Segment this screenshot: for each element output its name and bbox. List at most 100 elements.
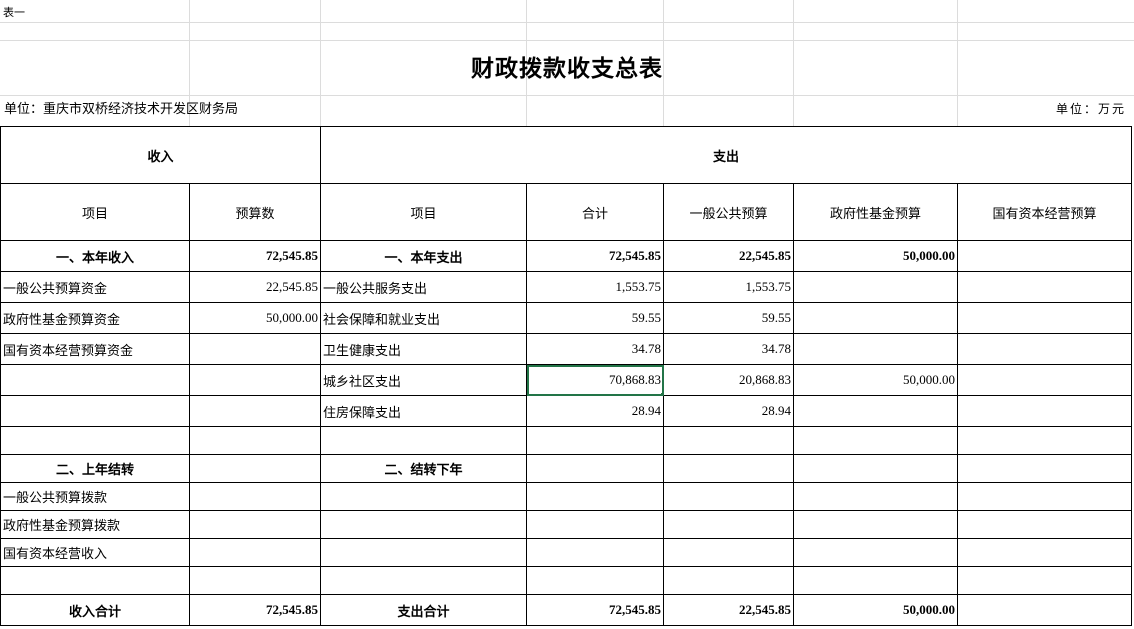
- income-value-cell[interactable]: [188, 510, 322, 539]
- income-value-cell[interactable]: [188, 364, 322, 396]
- income-item-cell[interactable]: 二、上年结转: [0, 454, 190, 483]
- state-cell[interactable]: [957, 454, 1133, 483]
- fund-cell[interactable]: [793, 395, 959, 427]
- fund-cell[interactable]: [793, 510, 959, 539]
- col-item-header[interactable]: 项目: [0, 183, 190, 241]
- total-cell[interactable]: [526, 426, 665, 455]
- fund-cell[interactable]: 50,000.00: [793, 240, 959, 272]
- sheet-label[interactable]: 表一: [3, 4, 25, 20]
- total-cell[interactable]: [526, 482, 665, 511]
- fund-cell[interactable]: 50,000.00: [793, 364, 959, 396]
- expense-item-cell[interactable]: [320, 538, 528, 567]
- expense-item-cell[interactable]: [320, 426, 528, 455]
- fill-handle[interactable]: [661, 393, 663, 395]
- income-item-cell[interactable]: [0, 364, 190, 396]
- state-cell[interactable]: [957, 566, 1133, 595]
- income-item-cell[interactable]: 一般公共预算资金: [0, 271, 190, 303]
- income-value-cell[interactable]: [188, 333, 322, 365]
- total-cell[interactable]: 34.78: [526, 333, 665, 365]
- general-cell[interactable]: 59.55: [663, 302, 795, 334]
- expense-item-cell[interactable]: 一般公共服务支出: [320, 271, 528, 303]
- col-total-header[interactable]: 合计: [526, 183, 665, 241]
- income-item-cell[interactable]: 政府性基金预算资金: [0, 302, 190, 334]
- fund-cell[interactable]: [793, 271, 959, 303]
- col-budget-header[interactable]: 预算数: [188, 183, 322, 241]
- state-cell[interactable]: [957, 240, 1133, 272]
- table-title[interactable]: 财政拨款收支总表: [0, 44, 1134, 94]
- total-cell[interactable]: 28.94: [526, 395, 665, 427]
- income-value-cell[interactable]: [188, 426, 322, 455]
- fund-total-value[interactable]: 50,000.00: [793, 594, 959, 626]
- income-total-value[interactable]: 72,545.85: [188, 594, 322, 626]
- fund-cell[interactable]: [793, 426, 959, 455]
- general-cell[interactable]: [663, 538, 795, 567]
- income-total-label[interactable]: 收入合计: [0, 594, 190, 626]
- general-cell[interactable]: [663, 426, 795, 455]
- fund-cell[interactable]: [793, 566, 959, 595]
- income-value-cell[interactable]: 22,545.85: [188, 271, 322, 303]
- department-unit[interactable]: 单位：重庆市双桥经济技术开发区财务局: [4, 98, 238, 117]
- state-cell[interactable]: [957, 271, 1133, 303]
- income-item-cell[interactable]: [0, 566, 190, 595]
- col-item2-header[interactable]: 项目: [320, 183, 528, 241]
- fund-cell[interactable]: [793, 302, 959, 334]
- expense-item-cell[interactable]: 一、本年支出: [320, 240, 528, 272]
- general-cell[interactable]: 20,868.83: [663, 364, 795, 396]
- col-general-header[interactable]: 一般公共预算: [663, 183, 795, 241]
- income-value-cell[interactable]: [188, 482, 322, 511]
- income-value-cell[interactable]: [188, 395, 322, 427]
- expense-item-cell[interactable]: 城乡社区支出: [320, 364, 528, 396]
- state-total-value[interactable]: [957, 594, 1133, 626]
- state-cell[interactable]: [957, 364, 1133, 396]
- income-value-cell[interactable]: [188, 566, 322, 595]
- general-cell[interactable]: [663, 566, 795, 595]
- expense-item-cell[interactable]: 二、结转下年: [320, 454, 528, 483]
- expense-item-cell[interactable]: [320, 482, 528, 511]
- expense-item-cell[interactable]: 卫生健康支出: [320, 333, 528, 365]
- expense-item-cell[interactable]: [320, 510, 528, 539]
- fund-cell[interactable]: [793, 482, 959, 511]
- income-value-cell[interactable]: 50,000.00: [188, 302, 322, 334]
- state-cell[interactable]: [957, 538, 1133, 567]
- currency-unit[interactable]: 单位：万元: [1056, 100, 1126, 117]
- state-cell[interactable]: [957, 333, 1133, 365]
- income-header[interactable]: 收入: [0, 126, 322, 184]
- state-cell[interactable]: [957, 510, 1133, 539]
- income-item-cell[interactable]: 一、本年收入: [0, 240, 190, 272]
- expense-item-cell[interactable]: 住房保障支出: [320, 395, 528, 427]
- expense-header[interactable]: 支出: [320, 126, 1133, 184]
- selected-total-cell[interactable]: 70,868.83: [526, 364, 665, 396]
- expense-item-cell[interactable]: 社会保障和就业支出: [320, 302, 528, 334]
- general-cell[interactable]: 22,545.85: [663, 240, 795, 272]
- fund-cell[interactable]: [793, 454, 959, 483]
- total-cell[interactable]: [526, 566, 665, 595]
- general-cell[interactable]: [663, 454, 795, 483]
- total-cell[interactable]: 59.55: [526, 302, 665, 334]
- income-item-cell[interactable]: 国有资本经营预算资金: [0, 333, 190, 365]
- expense-total-value[interactable]: 72,545.85: [526, 594, 665, 626]
- expense-item-cell[interactable]: [320, 566, 528, 595]
- total-cell[interactable]: [526, 454, 665, 483]
- general-cell[interactable]: [663, 482, 795, 511]
- col-state-header[interactable]: 国有资本经营预算: [957, 183, 1133, 241]
- general-total-value[interactable]: 22,545.85: [663, 594, 795, 626]
- general-cell[interactable]: 28.94: [663, 395, 795, 427]
- income-item-cell[interactable]: 国有资本经营收入: [0, 538, 190, 567]
- income-value-cell[interactable]: [188, 454, 322, 483]
- general-cell[interactable]: [663, 510, 795, 539]
- income-item-cell[interactable]: [0, 395, 190, 427]
- general-cell[interactable]: 1,553.75: [663, 271, 795, 303]
- total-cell[interactable]: [526, 510, 665, 539]
- fund-cell[interactable]: [793, 333, 959, 365]
- total-cell[interactable]: 72,545.85: [526, 240, 665, 272]
- income-value-cell[interactable]: [188, 538, 322, 567]
- income-item-cell[interactable]: [0, 426, 190, 455]
- state-cell[interactable]: [957, 426, 1133, 455]
- state-cell[interactable]: [957, 302, 1133, 334]
- state-cell[interactable]: [957, 395, 1133, 427]
- col-fund-header[interactable]: 政府性基金预算: [793, 183, 959, 241]
- state-cell[interactable]: [957, 482, 1133, 511]
- income-value-cell[interactable]: 72,545.85: [188, 240, 322, 272]
- income-item-cell[interactable]: 一般公共预算拨款: [0, 482, 190, 511]
- fund-cell[interactable]: [793, 538, 959, 567]
